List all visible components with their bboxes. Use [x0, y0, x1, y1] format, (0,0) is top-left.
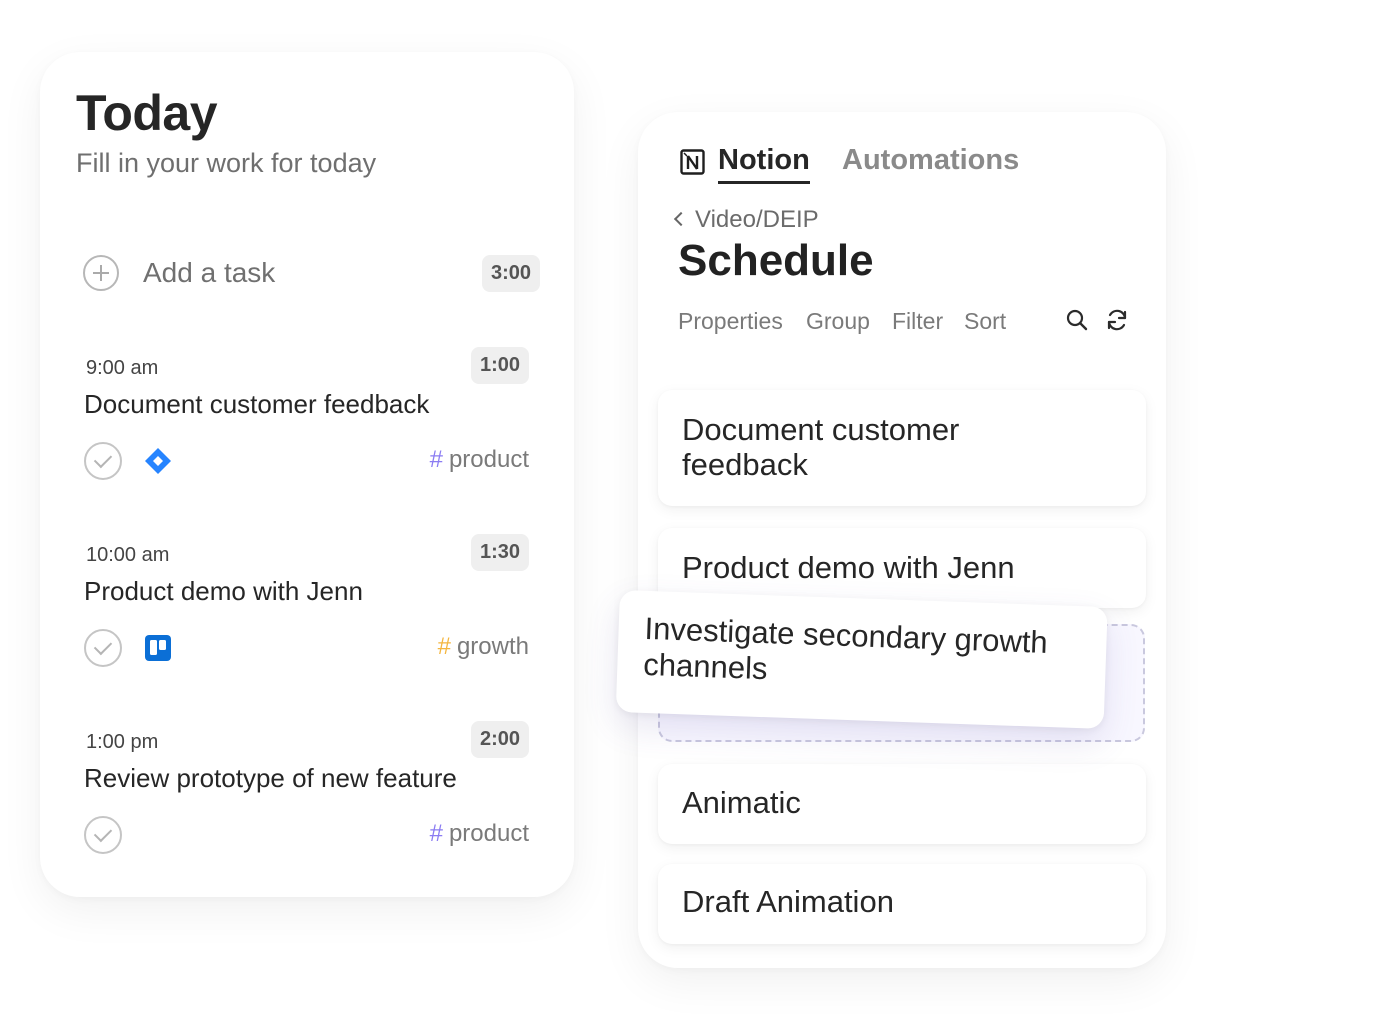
- trello-icon: [145, 635, 171, 661]
- notion-panel: Notion Automations Video/DEIP Schedule P…: [638, 112, 1166, 968]
- task-duration[interactable]: 2:00: [470, 721, 529, 758]
- tab-notion[interactable]: Notion: [678, 142, 818, 186]
- sort-button[interactable]: Sort: [964, 308, 1006, 335]
- task-duration[interactable]: 1:30: [470, 534, 529, 571]
- task-title[interactable]: Document customer feedback: [84, 389, 429, 420]
- row-title[interactable]: Animatic: [682, 785, 801, 820]
- database-row[interactable]: Draft Animation: [658, 864, 1146, 944]
- tag-label[interactable]: # product: [430, 446, 529, 474]
- tag-label[interactable]: # growth: [438, 633, 529, 661]
- task-duration[interactable]: 1:00: [470, 347, 529, 384]
- chevron-left-icon[interactable]: [673, 211, 689, 227]
- task-title[interactable]: Review prototype of new feature: [84, 763, 457, 794]
- notion-logo-icon: [680, 149, 705, 175]
- properties-button[interactable]: Properties: [678, 308, 783, 335]
- database-title: Schedule: [678, 236, 874, 285]
- task-time: 9:00 am: [86, 357, 159, 379]
- add-task-duration[interactable]: 3:00: [481, 255, 540, 292]
- breadcrumb-label[interactable]: Video/DEIP: [695, 206, 819, 233]
- today-panel: Today Fill in your work for today Add a …: [40, 52, 574, 897]
- row-title[interactable]: Document customer feedback: [682, 412, 1012, 482]
- add-task-row[interactable]: Add a task 3:00: [83, 255, 540, 297]
- dragging-row-title[interactable]: Investigate secondary growth channels: [643, 611, 1085, 698]
- complete-check-icon[interactable]: [84, 629, 122, 667]
- database-toolbar: Properties Group Filter Sort: [678, 306, 1138, 340]
- database-row[interactable]: Document customer feedback: [658, 390, 1146, 506]
- task-item[interactable]: 1:00 pm 2:00 Review prototype of new fea…: [84, 721, 529, 871]
- breadcrumb[interactable]: Video/DEIP: [673, 206, 819, 234]
- row-title[interactable]: Draft Animation: [682, 884, 894, 919]
- task-item[interactable]: 9:00 am 1:00 Document customer feedback …: [84, 347, 529, 497]
- task-title[interactable]: Product demo with Jenn: [84, 576, 363, 607]
- tab-notion-label[interactable]: Notion: [718, 144, 810, 184]
- tag-label[interactable]: # product: [430, 820, 529, 848]
- complete-check-icon[interactable]: [84, 442, 122, 480]
- tab-automations[interactable]: Automations: [842, 144, 1019, 177]
- page-title: Today: [76, 85, 218, 141]
- dragging-row-card[interactable]: Investigate secondary growth channels: [615, 590, 1108, 729]
- task-time: 1:00 pm: [86, 731, 159, 753]
- jira-icon: [145, 448, 171, 474]
- filter-button[interactable]: Filter: [892, 308, 943, 335]
- complete-check-icon[interactable]: [84, 816, 122, 854]
- add-task-label[interactable]: Add a task: [143, 257, 275, 289]
- task-time: 10:00 am: [86, 544, 170, 566]
- plus-circle-icon[interactable]: [83, 255, 119, 291]
- row-title[interactable]: Product demo with Jenn: [682, 550, 1015, 585]
- search-icon[interactable]: [1065, 308, 1089, 332]
- task-item[interactable]: 10:00 am 1:30 Product demo with Jenn # gr…: [84, 534, 529, 684]
- page-subtitle: Fill in your work for today: [76, 148, 377, 178]
- database-row[interactable]: Animatic: [658, 764, 1146, 844]
- refresh-icon[interactable]: [1105, 308, 1129, 332]
- group-button[interactable]: Group: [806, 308, 870, 335]
